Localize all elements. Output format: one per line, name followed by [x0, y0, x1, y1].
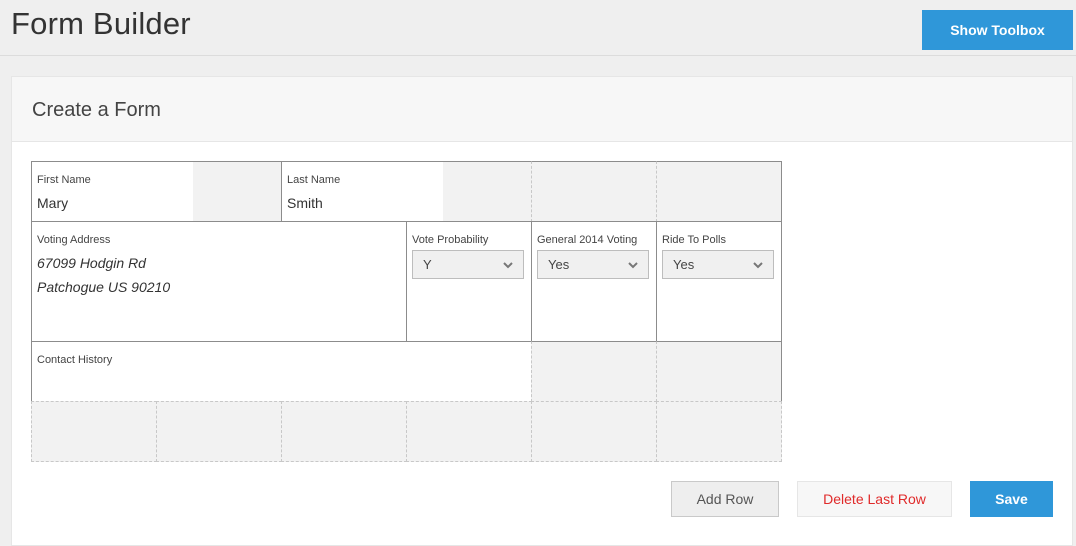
ride-to-polls-field[interactable]: Ride To Polls Yes	[656, 221, 782, 342]
chevron-down-icon	[503, 262, 513, 269]
save-button[interactable]: Save	[970, 481, 1053, 517]
chevron-down-icon	[628, 262, 638, 269]
general-2014-voting-value: Yes	[548, 257, 570, 272]
contact-history-field[interactable]: Contact History	[31, 341, 532, 402]
first-name-value: Mary	[37, 195, 69, 211]
first-name-label: First Name	[37, 174, 91, 186]
add-row-button[interactable]: Add Row	[671, 481, 779, 517]
vote-probability-select[interactable]: Y	[412, 250, 524, 279]
general-2014-voting-field[interactable]: General 2014 Voting Yes	[531, 221, 657, 342]
panel-title: Create a Form	[32, 99, 161, 121]
voting-address-line1: 67099 Hodgin Rd	[37, 255, 146, 271]
form-grid: First Name Mary Last Name Smith Voting A…	[31, 161, 782, 462]
voting-address-field[interactable]: Voting Address 67099 Hodgin Rd Patchogue…	[31, 221, 407, 342]
empty-slot[interactable]	[531, 161, 657, 222]
chevron-down-icon	[753, 262, 763, 269]
field-width-placeholder	[443, 162, 531, 221]
empty-slot[interactable]	[531, 401, 657, 462]
general-2014-voting-select[interactable]: Yes	[537, 250, 649, 279]
empty-slot[interactable]	[656, 401, 782, 462]
empty-slot[interactable]	[281, 401, 407, 462]
last-name-field[interactable]: Last Name Smith	[281, 161, 532, 222]
empty-slot[interactable]	[656, 341, 782, 402]
vote-probability-value: Y	[423, 257, 432, 272]
general-2014-voting-label: General 2014 Voting	[537, 234, 638, 246]
panel-header: Create a Form	[12, 77, 1072, 142]
empty-slot[interactable]	[531, 341, 657, 402]
empty-slot[interactable]	[406, 401, 532, 462]
last-name-label: Last Name	[287, 174, 341, 186]
voting-address-label: Voting Address	[37, 234, 111, 246]
field-width-placeholder	[193, 162, 281, 221]
empty-slot[interactable]	[156, 401, 282, 462]
show-toolbox-button[interactable]: Show Toolbox	[922, 10, 1073, 50]
contact-history-label: Contact History	[37, 354, 113, 366]
ride-to-polls-label: Ride To Polls	[662, 234, 726, 246]
voting-address-line2: Patchogue US 90210	[37, 279, 171, 295]
last-name-value: Smith	[287, 195, 323, 211]
vote-probability-label: Vote Probability	[412, 234, 489, 246]
vote-probability-field[interactable]: Vote Probability Y	[406, 221, 532, 342]
ride-to-polls-select[interactable]: Yes	[662, 250, 774, 279]
header-divider	[0, 55, 1076, 56]
delete-last-row-button[interactable]: Delete Last Row	[797, 481, 952, 517]
ride-to-polls-value: Yes	[673, 257, 695, 272]
first-name-field[interactable]: First Name Mary	[31, 161, 282, 222]
empty-slot[interactable]	[656, 161, 782, 222]
page-title: Form Builder	[11, 6, 191, 41]
empty-slot[interactable]	[31, 401, 157, 462]
